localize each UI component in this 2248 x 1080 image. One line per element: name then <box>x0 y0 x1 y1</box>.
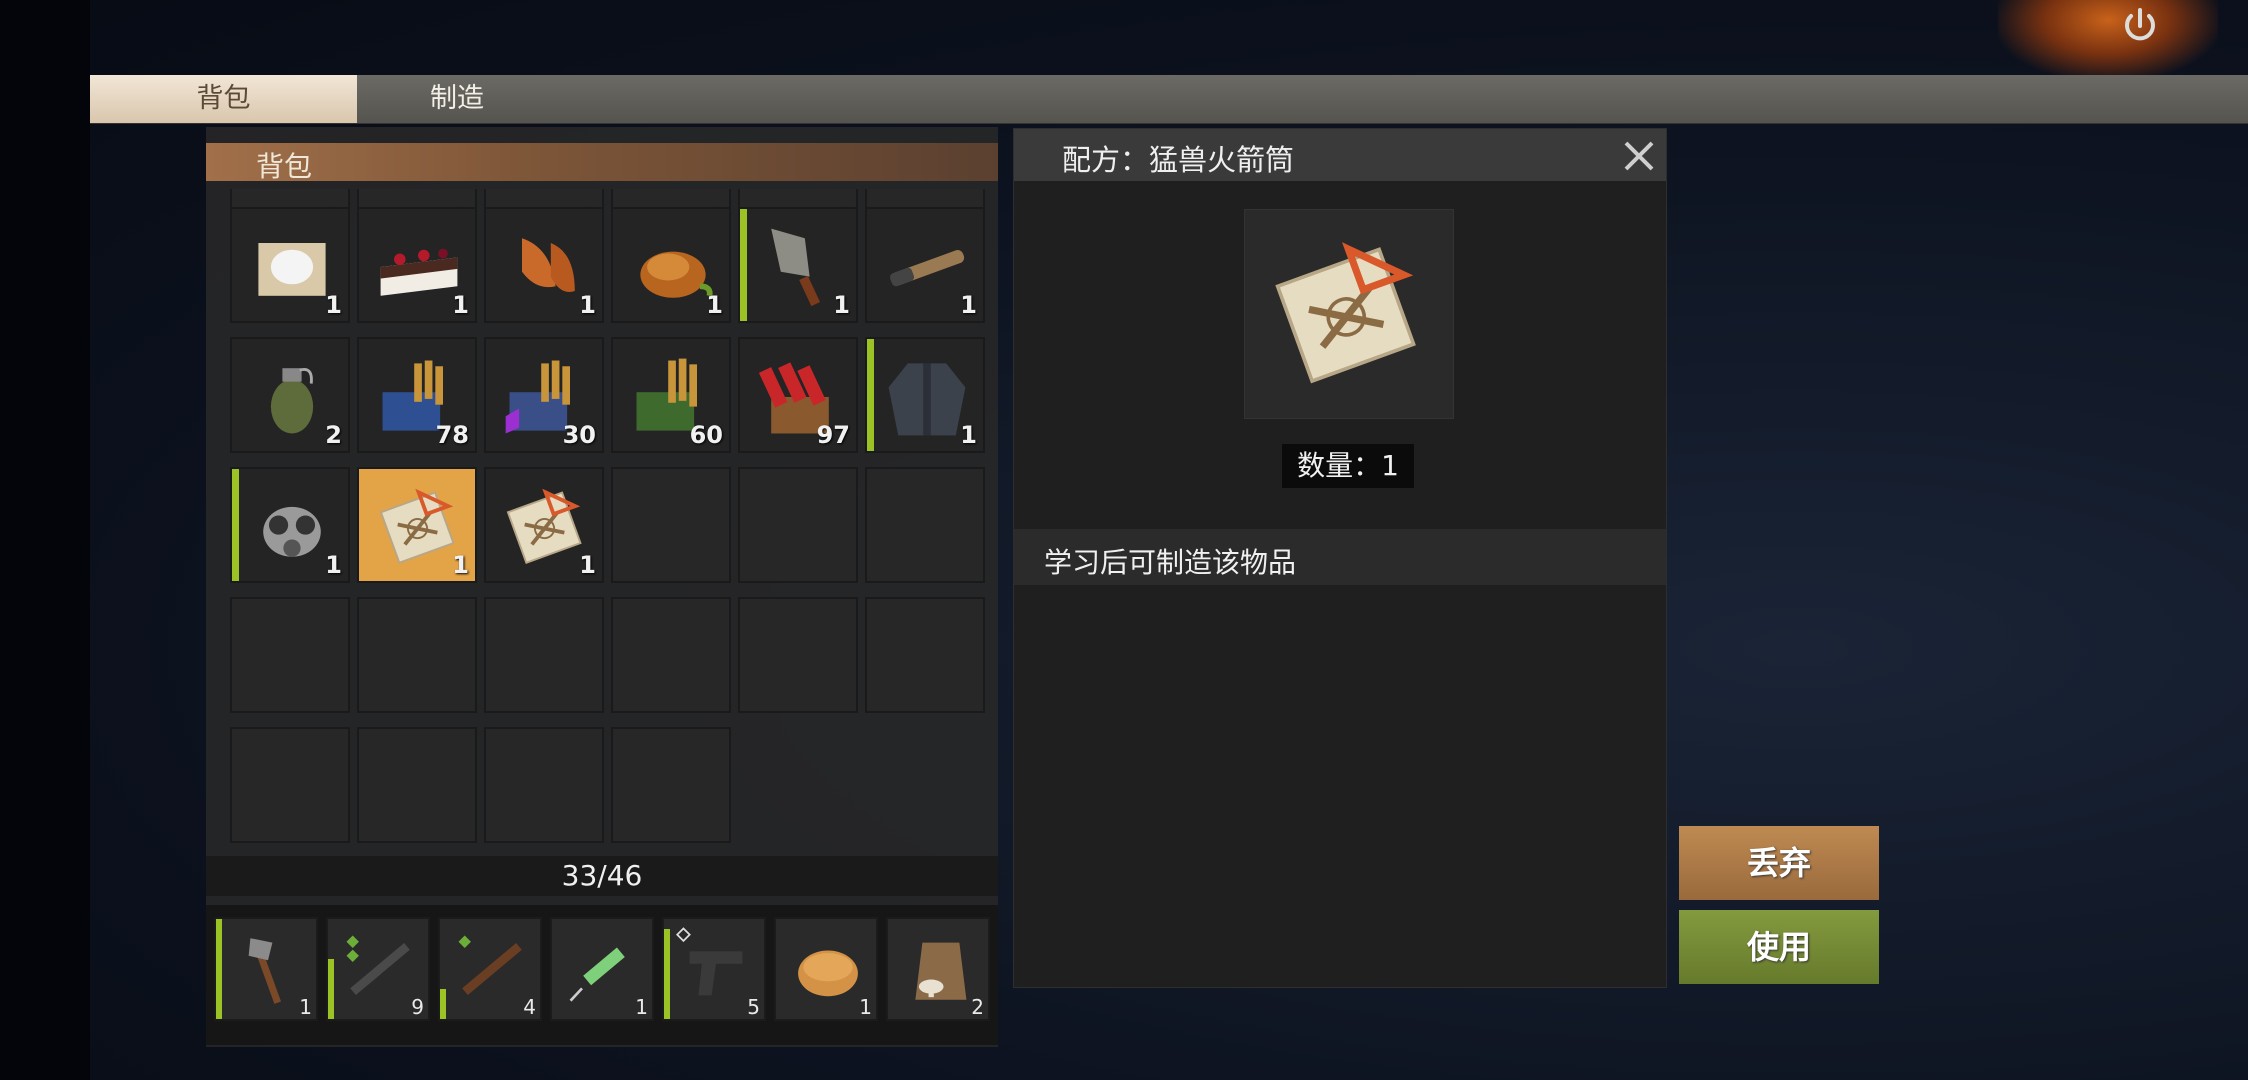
inventory-slot[interactable]: 1 <box>230 207 350 323</box>
item-count: 1 <box>706 291 723 319</box>
inventory-slot[interactable]: 1 <box>738 207 858 323</box>
inventory-slot[interactable]: 30 <box>484 337 604 453</box>
quantity-label: 数量：1 <box>1282 444 1414 488</box>
inventory-slot[interactable]: 1 <box>865 207 985 323</box>
item-count: 4 <box>523 995 536 1019</box>
item-count: 97 <box>816 421 850 449</box>
item-description: 学习后可制造该物品 <box>1044 546 1297 579</box>
hotbar-slot[interactable]: 1 <box>214 917 318 1021</box>
hotbar-slot[interactable]: 1 <box>550 917 654 1021</box>
item-count: 2 <box>971 995 984 1019</box>
item-count: 1 <box>960 291 977 319</box>
empty-slot[interactable] <box>357 727 477 843</box>
detail-title: 配方：猛兽火箭筒 <box>1062 143 1295 177</box>
inventory-slot[interactable]: 1 <box>484 207 604 323</box>
inventory-slot[interactable]: 1 <box>357 207 477 323</box>
empty-slot[interactable] <box>484 727 604 843</box>
close-icon[interactable] <box>1618 135 1660 177</box>
item-count: 1 <box>452 291 469 319</box>
hotbar: 1 9 4 1 5 1 2 <box>206 905 998 1045</box>
item-count: 1 <box>833 291 850 319</box>
item-count: 9 <box>411 995 424 1019</box>
empty-slot[interactable] <box>230 727 350 843</box>
top-tab-bar: 背包 制造 <box>90 75 2248 124</box>
inventory-slot[interactable]: 78 <box>357 337 477 453</box>
empty-slot[interactable] <box>611 597 731 713</box>
item-count: 30 <box>562 421 596 449</box>
item-count: 1 <box>325 291 342 319</box>
hotbar-slot[interactable]: 4 <box>438 917 542 1021</box>
inventory-slot[interactable]: 97 <box>738 337 858 453</box>
durability-bar <box>440 989 446 1019</box>
empty-slot[interactable] <box>865 467 985 583</box>
detail-header: 配方：猛兽火箭筒 <box>1014 129 1666 181</box>
empty-slot[interactable] <box>738 597 858 713</box>
torch-glow <box>1998 0 2218 80</box>
item-count: 1 <box>299 995 312 1019</box>
empty-slot[interactable] <box>611 727 731 843</box>
discard-button[interactable]: 丢弃 <box>1679 826 1879 900</box>
inventory-slot[interactable]: 1 <box>357 467 477 583</box>
left-shade <box>0 0 90 1080</box>
item-count: 1 <box>859 995 872 1019</box>
inventory-slot[interactable]: 1 <box>230 467 350 583</box>
power-icon[interactable] <box>2118 4 2162 48</box>
inventory-slot[interactable]: 1 <box>865 337 985 453</box>
item-count: 1 <box>579 551 596 579</box>
durability-bar <box>664 929 670 1019</box>
empty-slot[interactable] <box>738 467 858 583</box>
inventory-header: 背包 <box>206 143 998 183</box>
inventory-slot[interactable]: 2 <box>230 337 350 453</box>
item-preview <box>1244 209 1454 419</box>
hotbar-slot[interactable]: 5 <box>662 917 766 1021</box>
empty-slot[interactable] <box>357 597 477 713</box>
hotbar-slot[interactable]: 9 <box>326 917 430 1021</box>
item-count: 78 <box>435 421 469 449</box>
item-count: 60 <box>689 421 723 449</box>
inventory-title: 背包 <box>256 150 313 183</box>
durability-bar <box>867 339 874 451</box>
blueprint-icon <box>1275 242 1416 384</box>
inventory-slot[interactable]: 1 <box>611 207 731 323</box>
durability-bar <box>232 469 239 581</box>
empty-slot[interactable] <box>484 597 604 713</box>
capacity-counter: 33/46 <box>206 856 998 896</box>
item-count: 1 <box>579 291 596 319</box>
inventory-slot[interactable]: 1 <box>484 467 604 583</box>
durability-bar <box>740 209 747 321</box>
item-count: 2 <box>325 421 342 449</box>
tab-craft[interactable]: 制造 <box>357 75 557 123</box>
hotbar-slot[interactable]: 2 <box>886 917 990 1021</box>
item-detail-panel: 配方：猛兽火箭筒 数量：1 学习后可制造该物品 <box>1013 128 1667 988</box>
empty-slot[interactable] <box>865 597 985 713</box>
durability-bar <box>216 919 222 1019</box>
inventory-slot[interactable]: 60 <box>611 337 731 453</box>
item-count: 1 <box>635 995 648 1019</box>
item-count: 1 <box>325 551 342 579</box>
item-count: 1 <box>960 421 977 449</box>
hotbar-slot[interactable]: 1 <box>774 917 878 1021</box>
item-count: 1 <box>452 551 469 579</box>
use-button[interactable]: 使用 <box>1679 910 1879 984</box>
durability-bar <box>328 959 334 1019</box>
empty-slot[interactable] <box>230 597 350 713</box>
empty-slot[interactable] <box>611 467 731 583</box>
item-count: 5 <box>747 995 760 1019</box>
tab-backpack[interactable]: 背包 <box>90 75 357 123</box>
